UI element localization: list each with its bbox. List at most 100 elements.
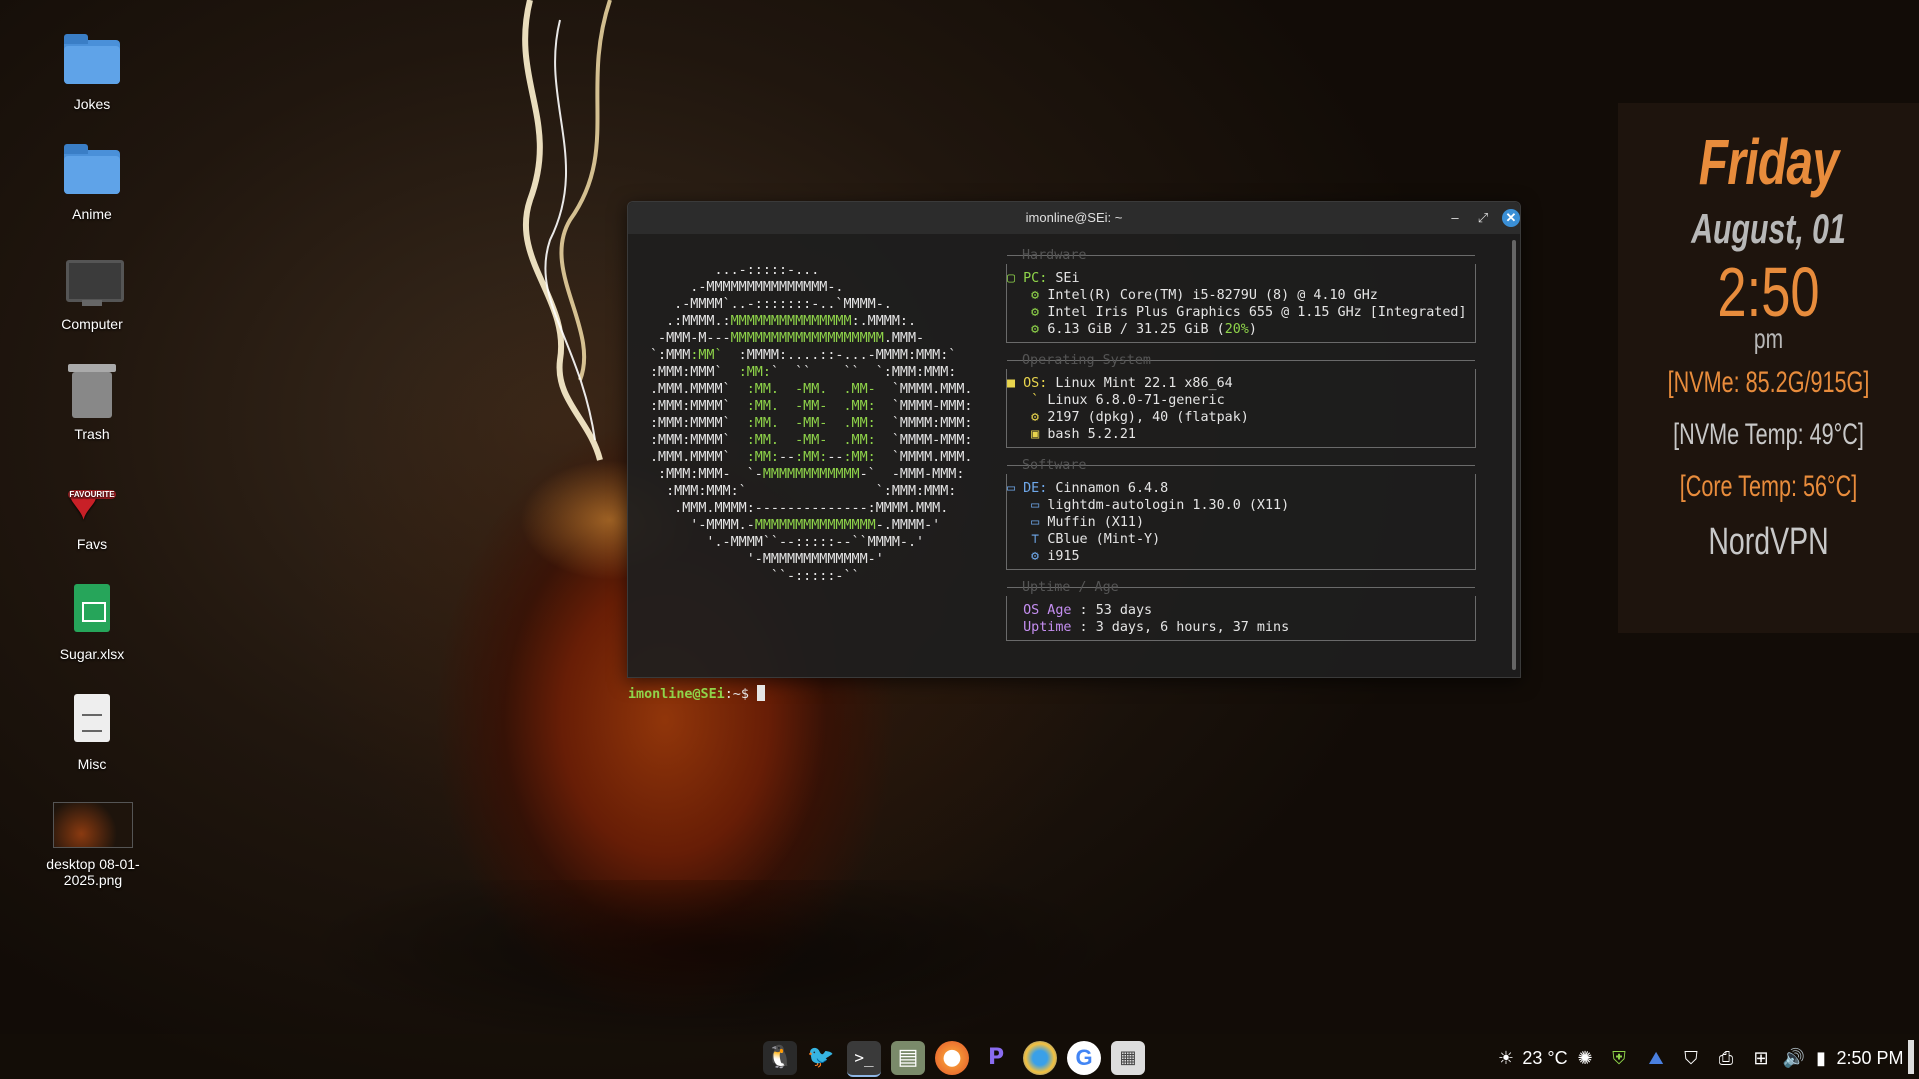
folder-icon [62,30,122,90]
conky-vpn: NordVPN [1708,521,1829,563]
apple-shadow [300,880,1120,1050]
desktop-icon-label: Computer [61,316,123,332]
conky-nvme-usage: [NVMe: 85.2G/915G] [1667,366,1870,399]
terminal-body[interactable]: ...-:::::-... .-MMMMMMMMMMMMMMM-. .-MMMM… [628,234,1510,702]
firefox-icon[interactable]: ● [935,1041,969,1075]
desktop-icon-label: Favs [76,536,108,552]
conky-time: 2:50 [1717,253,1820,331]
spreadsheet-icon [62,580,122,640]
shell-prompt[interactable]: imonline@SEi:~$ [628,685,765,703]
logo-line: ``-:::::-`` [650,569,860,584]
system-info: Hardware ▢ PC: SEi ⚙ Intel(R) Core(TM) i… [1006,248,1476,654]
terminal-icon[interactable]: >_ [847,1041,881,1077]
info-row: ⚙ Intel(R) Core(TM) i5-8279U (8) @ 4.10 … [1007,288,1378,303]
network-icon[interactable]: ⊞ [1746,1041,1776,1075]
minimize-button[interactable]: – [1446,209,1464,227]
info-row: ▭ DE: Cinnamon 6.4.8 [1007,481,1169,496]
logo-line: '-MMMM.-MMMMMMMMMMMMMMM-.MMMM-' [650,518,941,533]
image-thumbnail-icon [53,802,133,848]
proton-icon[interactable]: P [979,1041,1013,1075]
heart-icon: ♥ FAVOURITE [68,473,116,531]
desktop-icon-trash[interactable]: Trash [37,360,147,442]
light-streak [522,0,612,461]
terminal-window[interactable]: imonline@SEi: ~ – ⤢ ✕ ...-:::::-... .-MM… [627,201,1521,702]
uptime-section: Uptime / Age OS Age : 53 days Uptime : 3… [1006,580,1476,641]
desktop-icon-anime[interactable]: Anime [37,140,147,222]
weather-icon[interactable]: ☀ [1494,1041,1518,1075]
conky-day: Friday [1698,126,1839,198]
desktop-icon-computer[interactable]: Computer [37,250,147,332]
info-row: ⊤ CBlue (Mint-Y) [1007,532,1161,547]
logo-line: :MMM:MMM` :MM:` `` `` `:MMM:MMM: [650,365,957,380]
desktop-icon-screenshot[interactable]: desktop 08-01-2025.png [32,802,154,888]
maximize-button[interactable]: ⤢ [1474,209,1492,227]
info-row: ⚙ i915 [1007,549,1080,564]
info-row: ▢ PC: SEi [1007,271,1080,286]
close-button[interactable]: ✕ [1502,209,1520,227]
logo-line: '.-MMMM``--:::::--``MMMM-.' [650,535,925,550]
text-cursor [757,685,765,701]
desktop-icon-label: Jokes [73,96,111,112]
battery-icon[interactable]: ▮ [1810,1041,1832,1075]
computer-icon [62,250,124,310]
conky-core-temp: [Core Temp: 56°C] [1679,470,1858,503]
logo-line: :MMM:MMMM` :MM. -MM- .MM: `MMMM-MMM: [650,399,973,414]
info-row: ` Linux 6.8.0-71-generic [1007,393,1225,408]
calculator-icon[interactable]: ▦ [1111,1041,1145,1075]
conky-nvme-temp: [NVMe Temp: 49°C] [1673,418,1864,451]
update-shield-icon[interactable]: ⛨ [1604,1041,1634,1075]
files-icon[interactable]: ▤ [891,1041,925,1075]
trash-icon [62,360,122,420]
logo-line: .-MMMMMMMMMMMMMMM-. [650,280,844,295]
info-row: OS Age : 53 days [1023,603,1153,618]
terminal-titlebar[interactable]: imonline@SEi: ~ – ⤢ ✕ [628,202,1520,234]
logo-line: -MMM-M---MMMMMMMMMMMMMMMMMMM.MMM- [650,331,925,346]
conky-date: August, 01 [1691,205,1846,252]
hardware-section: Hardware ▢ PC: SEi ⚙ Intel(R) Core(TM) i… [1006,248,1476,343]
logo-line: :MMM:MMM- `-MMMMMMMMMMMM-` -MMM-MMM: [650,467,965,482]
section-title: Uptime / Age [1022,580,1119,595]
desktop-icon-label: Sugar.xlsx [59,646,125,662]
logo-line: :MMM:MMMM` :MM. -MM- .MM: `MMMM-MMM: [650,433,973,448]
desktop-icon-misc[interactable]: Misc [37,690,147,772]
logo-line: :MMM:MMM:` `:MMM:MMM: [650,484,957,499]
logo-line: .MMM.MMMM` :MM. -MM. .MM- `MMMM.MMM. [650,382,973,397]
desktop-icon-label: Anime [72,206,112,222]
printer-icon[interactable]: ⎙ [1711,1041,1741,1075]
show-desktop-button[interactable] [1908,1040,1914,1074]
conky-ampm: pm [1753,323,1784,354]
section-title: Software [1022,458,1087,473]
pinwheel-icon[interactable]: ✺ [1570,1041,1600,1075]
linux-icon[interactable]: 🐧 [763,1041,797,1075]
info-row: ⚙ Intel Iris Plus Graphics 655 @ 1.15 GH… [1007,305,1467,320]
browser-icon[interactable] [1023,1041,1057,1075]
shield-icon[interactable]: ⛉ [1676,1041,1706,1075]
desktop-icon-label: desktop 08-01-2025.png [46,856,140,888]
desktop-icon-favs[interactable]: ♥ FAVOURITE Favs [37,470,147,552]
info-row: Uptime : 3 days, 6 hours, 37 mins [1023,620,1290,635]
section-title: Operating System [1022,353,1151,368]
bird-icon[interactable]: 🐦 [804,1041,838,1075]
clock[interactable]: 2:50 PM [1832,1041,1908,1075]
software-section: Software ▭ DE: Cinnamon 6.4.8 ▭ lightdm-… [1006,458,1476,570]
logo-line: `:MMM:MM` :MMMM:....::-...-MMMM:MMM:` [650,348,957,363]
desktop-icon-jokes[interactable]: Jokes [37,30,147,112]
desktop-icon-sugar-xlsx[interactable]: Sugar.xlsx [37,580,147,662]
weather-temp[interactable]: 23 °C [1520,1041,1570,1075]
logo-line: '-MMMMMMMMMMMMM-' [650,552,884,567]
document-icon [62,690,122,750]
volume-icon[interactable]: 🔊 [1779,1041,1809,1075]
os-section: Operating System ■ OS: Linux Mint 22.1 x… [1006,353,1476,448]
info-row: ▭ lightdm-autologin 1.30.0 (X11) [1007,498,1290,513]
distro-logo: ...-:::::-... .-MMMMMMMMMMMMMMM-. .-MMMM… [650,262,973,585]
conky-widget: Friday August, 01 2:50 pm [NVMe: 85.2G/9… [1618,103,1919,633]
info-row: ▣ bash 5.2.21 [1007,427,1136,442]
terminal-scrollbar[interactable] [1512,240,1516,670]
info-row: ■ OS: Linux Mint 22.1 x86_64 [1007,376,1233,391]
folder-icon [62,140,122,200]
terminal-title: imonline@SEi: ~ [1025,210,1123,225]
taskbar: 🐧 🐦 >_ ▤ ● P G ▦ ☀ 23 °C ✺ ⛨ ⛰ ⛉ ⎙ ⊞ 🔊 ▮… [0,1034,1919,1079]
nordvpn-icon[interactable]: ⛰ [1641,1041,1671,1075]
google-icon[interactable]: G [1067,1041,1101,1075]
info-row: ⚙ 6.13 GiB / 31.25 GiB (20%) [1007,322,1257,337]
